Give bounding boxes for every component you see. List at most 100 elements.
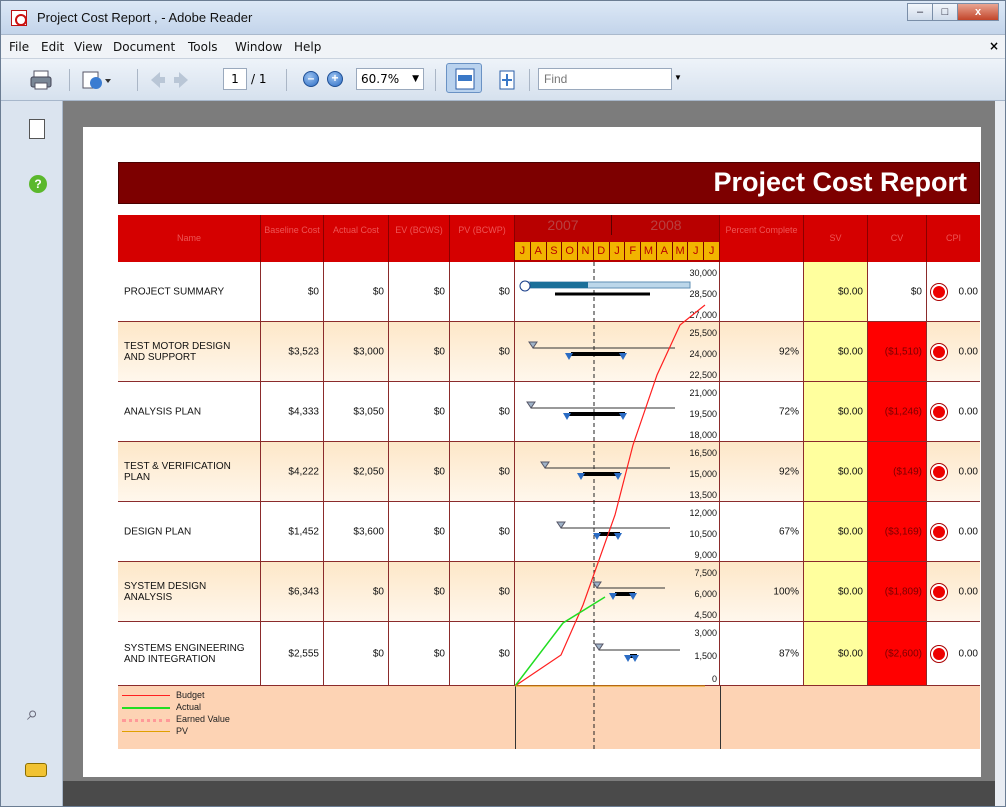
cpi-value: 0.00 <box>958 586 978 597</box>
ev-cell: $0 <box>389 502 450 561</box>
sv-value: $0.00 <box>837 648 863 659</box>
header-ev: EV (BCWS) <box>389 215 450 262</box>
cpi-status-dot <box>931 523 947 540</box>
ev-cell: $0 <box>389 262 450 321</box>
finish-marker <box>624 655 632 662</box>
actual-cell: $3,600 <box>324 502 389 561</box>
cpi-value: 0.00 <box>958 466 978 477</box>
vertical-scrollbar[interactable] <box>995 101 1005 806</box>
row-name-cell: TEST MOTOR DESIGN AND SUPPORT <box>118 322 261 381</box>
cv-value: ($2,600) <box>884 648 922 659</box>
gantt-chart: 30,000 28,500 27,000 25,500 24,000 22,500 21,0… <box>515 262 717 749</box>
pv-value: $0 <box>498 286 510 297</box>
finish-marker <box>614 473 622 480</box>
pv-value: $0 <box>498 586 510 597</box>
pv-cell: $0 <box>450 442 515 501</box>
baseline-value: $4,222 <box>288 466 319 477</box>
pv-cell: $0 <box>450 322 515 381</box>
zoom-value: 60.7% <box>361 72 400 86</box>
baseline-value: $6,343 <box>288 586 319 597</box>
sv-cell: $0.00 <box>804 322 868 381</box>
window-title: Project Cost Report , - Adobe Reader <box>37 10 253 25</box>
close-button[interactable]: x <box>957 3 999 21</box>
menu-file[interactable]: File <box>9 40 29 54</box>
pages-icon[interactable] <box>29 119 45 139</box>
comments-icon[interactable] <box>25 763 47 777</box>
baseline-value: $0 <box>307 286 319 297</box>
menu-help[interactable]: Help <box>294 40 321 54</box>
summary-progress-bar <box>530 282 588 288</box>
actual-cell: $0 <box>324 622 389 685</box>
menu-document[interactable]: Document <box>113 40 175 54</box>
zoom-out-icon[interactable]: – <box>303 71 319 87</box>
legend-actual: Actual <box>122 702 242 714</box>
cv-cell: ($149) <box>868 442 927 501</box>
baseline-cell: $2,555 <box>261 622 324 685</box>
sv-cell: $0.00 <box>804 502 868 561</box>
document-close-icon[interactable]: × <box>989 39 999 53</box>
sv-value: $0.00 <box>837 286 863 297</box>
menu-tools[interactable]: Tools <box>188 40 218 54</box>
next-page-icon[interactable] <box>173 69 191 91</box>
fit-width-button[interactable] <box>446 63 482 93</box>
report-title: Project Cost Report <box>713 167 967 197</box>
header-sv: SV <box>804 215 868 262</box>
cost-report-table: Name Baseline Cost Actual Cost EV (BCWS)… <box>118 215 980 749</box>
baseline-value: $4,333 <box>288 406 319 417</box>
actual-cell: $3,050 <box>324 382 389 441</box>
find-chevron-down-icon[interactable]: ▼ <box>674 73 682 82</box>
percent-cell: 67% <box>720 502 804 561</box>
pv-cell: $0 <box>450 262 515 321</box>
axis-tick-label: 19,500 <box>689 409 717 419</box>
document-area: Project Cost Report Name Baseline Cost A… <box>63 101 995 781</box>
page-number-input[interactable]: 1 <box>223 68 247 90</box>
actual-value: $2,050 <box>353 466 384 477</box>
previous-page-icon[interactable] <box>148 69 166 91</box>
pv-value: $0 <box>498 406 510 417</box>
percent-cell: 92% <box>720 442 804 501</box>
axis-tick-label: 28,500 <box>689 289 717 299</box>
cv-value: ($1,510) <box>884 346 922 357</box>
ev-cell: $0 <box>389 322 450 381</box>
percent-cell: 100% <box>720 562 804 621</box>
baseline-start-marker <box>540 461 550 469</box>
percent-cell: 92% <box>720 322 804 381</box>
pv-cell: $0 <box>450 562 515 621</box>
cpi-value: 0.00 <box>958 346 978 357</box>
print-icon[interactable] <box>29 69 53 91</box>
attachments-icon[interactable]: ⌕ <box>27 703 38 726</box>
sv-cell: $0.00 <box>804 262 868 321</box>
chevron-down-icon: ▼ <box>412 74 419 84</box>
cpi-cell: 0.00 <box>927 622 980 685</box>
zoom-select[interactable]: 60.7% ▼ <box>356 68 424 90</box>
menu-window[interactable]: Window <box>235 40 282 54</box>
baseline-cell: $1,452 <box>261 502 324 561</box>
row-name: SYSTEMS ENGINEERING AND INTEGRATION <box>124 642 245 665</box>
help-icon[interactable]: ? <box>29 175 47 193</box>
actual-cell: $0 <box>324 262 389 321</box>
start-marker <box>631 655 639 662</box>
axis-tick-label: 24,000 <box>689 349 717 359</box>
actual-cell: $0 <box>324 562 389 621</box>
baseline-cell: $0 <box>261 262 324 321</box>
menu-view[interactable]: View <box>74 40 102 54</box>
start-marker <box>629 593 637 600</box>
ev-value: $0 <box>433 648 445 659</box>
ev-cell: $0 <box>389 622 450 685</box>
share-icon[interactable] <box>81 69 111 91</box>
cv-value: ($1,809) <box>884 586 922 597</box>
axis-tick-label: 7,500 <box>694 568 717 578</box>
minimize-button[interactable]: – <box>907 3 933 21</box>
fit-page-icon[interactable] <box>498 69 516 91</box>
cpi-status-dot <box>931 583 947 600</box>
baseline-start-marker <box>526 401 536 409</box>
sv-value: $0.00 <box>837 586 863 597</box>
menu-edit[interactable]: Edit <box>41 40 64 54</box>
percent-value: 87% <box>778 648 799 659</box>
zoom-in-icon[interactable]: + <box>327 71 343 87</box>
axis-tick-label: 12,000 <box>689 508 717 518</box>
baseline-cell: $6,343 <box>261 562 324 621</box>
find-input[interactable]: Find <box>538 68 672 90</box>
maximize-button[interactable]: □ <box>932 3 958 21</box>
report-banner: Project Cost Report <box>118 162 980 204</box>
